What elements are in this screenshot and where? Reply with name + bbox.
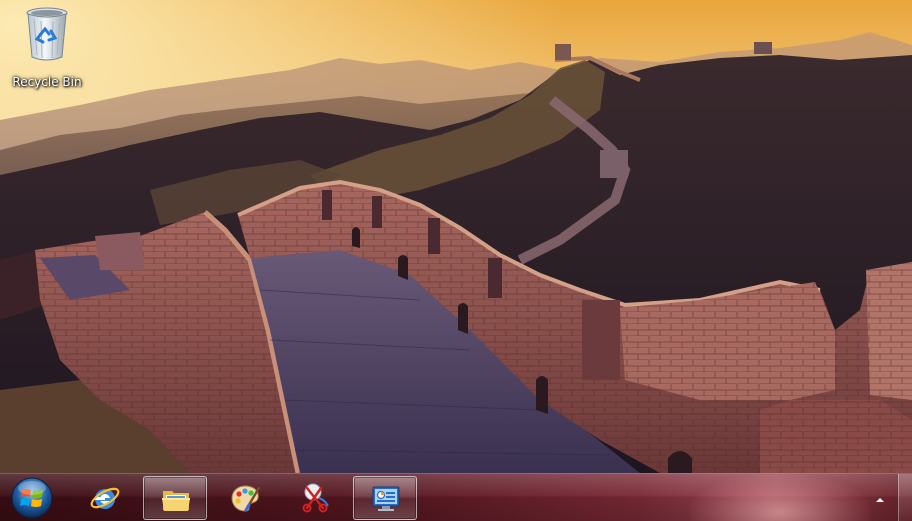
snipping-tool-icon xyxy=(302,483,329,513)
desktop[interactable]: Recycle Bin xyxy=(0,0,912,521)
internet-explorer-icon xyxy=(90,487,120,509)
taskbar-button-snipping-tool[interactable] xyxy=(283,476,347,520)
windows-explorer-folder-icon xyxy=(162,491,190,511)
taskbar-button-windows-explorer[interactable] xyxy=(143,476,207,520)
show-hidden-icons-button[interactable] xyxy=(872,492,888,506)
show-hidden-icons-chevron-icon xyxy=(876,498,884,502)
show-desktop-button[interactable] xyxy=(898,474,912,521)
desktop-icon-label: Recycle Bin xyxy=(12,75,82,89)
control-panel-icon xyxy=(372,486,400,511)
great-wall-wallpaper xyxy=(0,0,912,473)
taskbar-glow xyxy=(690,474,870,521)
taskbar-button-internet-explorer[interactable] xyxy=(73,476,137,520)
taskbar-button-control-panel[interactable] xyxy=(353,476,417,520)
taskbar-button-paint[interactable] xyxy=(213,476,277,520)
windows-orb-icon xyxy=(11,477,53,519)
taskbar[interactable] xyxy=(0,473,912,521)
start-button[interactable] xyxy=(10,476,54,520)
paint-palette-icon xyxy=(231,485,261,512)
desktop-icon-recycle-bin[interactable]: Recycle Bin xyxy=(6,5,88,91)
recycle-bin-icon xyxy=(26,7,68,61)
